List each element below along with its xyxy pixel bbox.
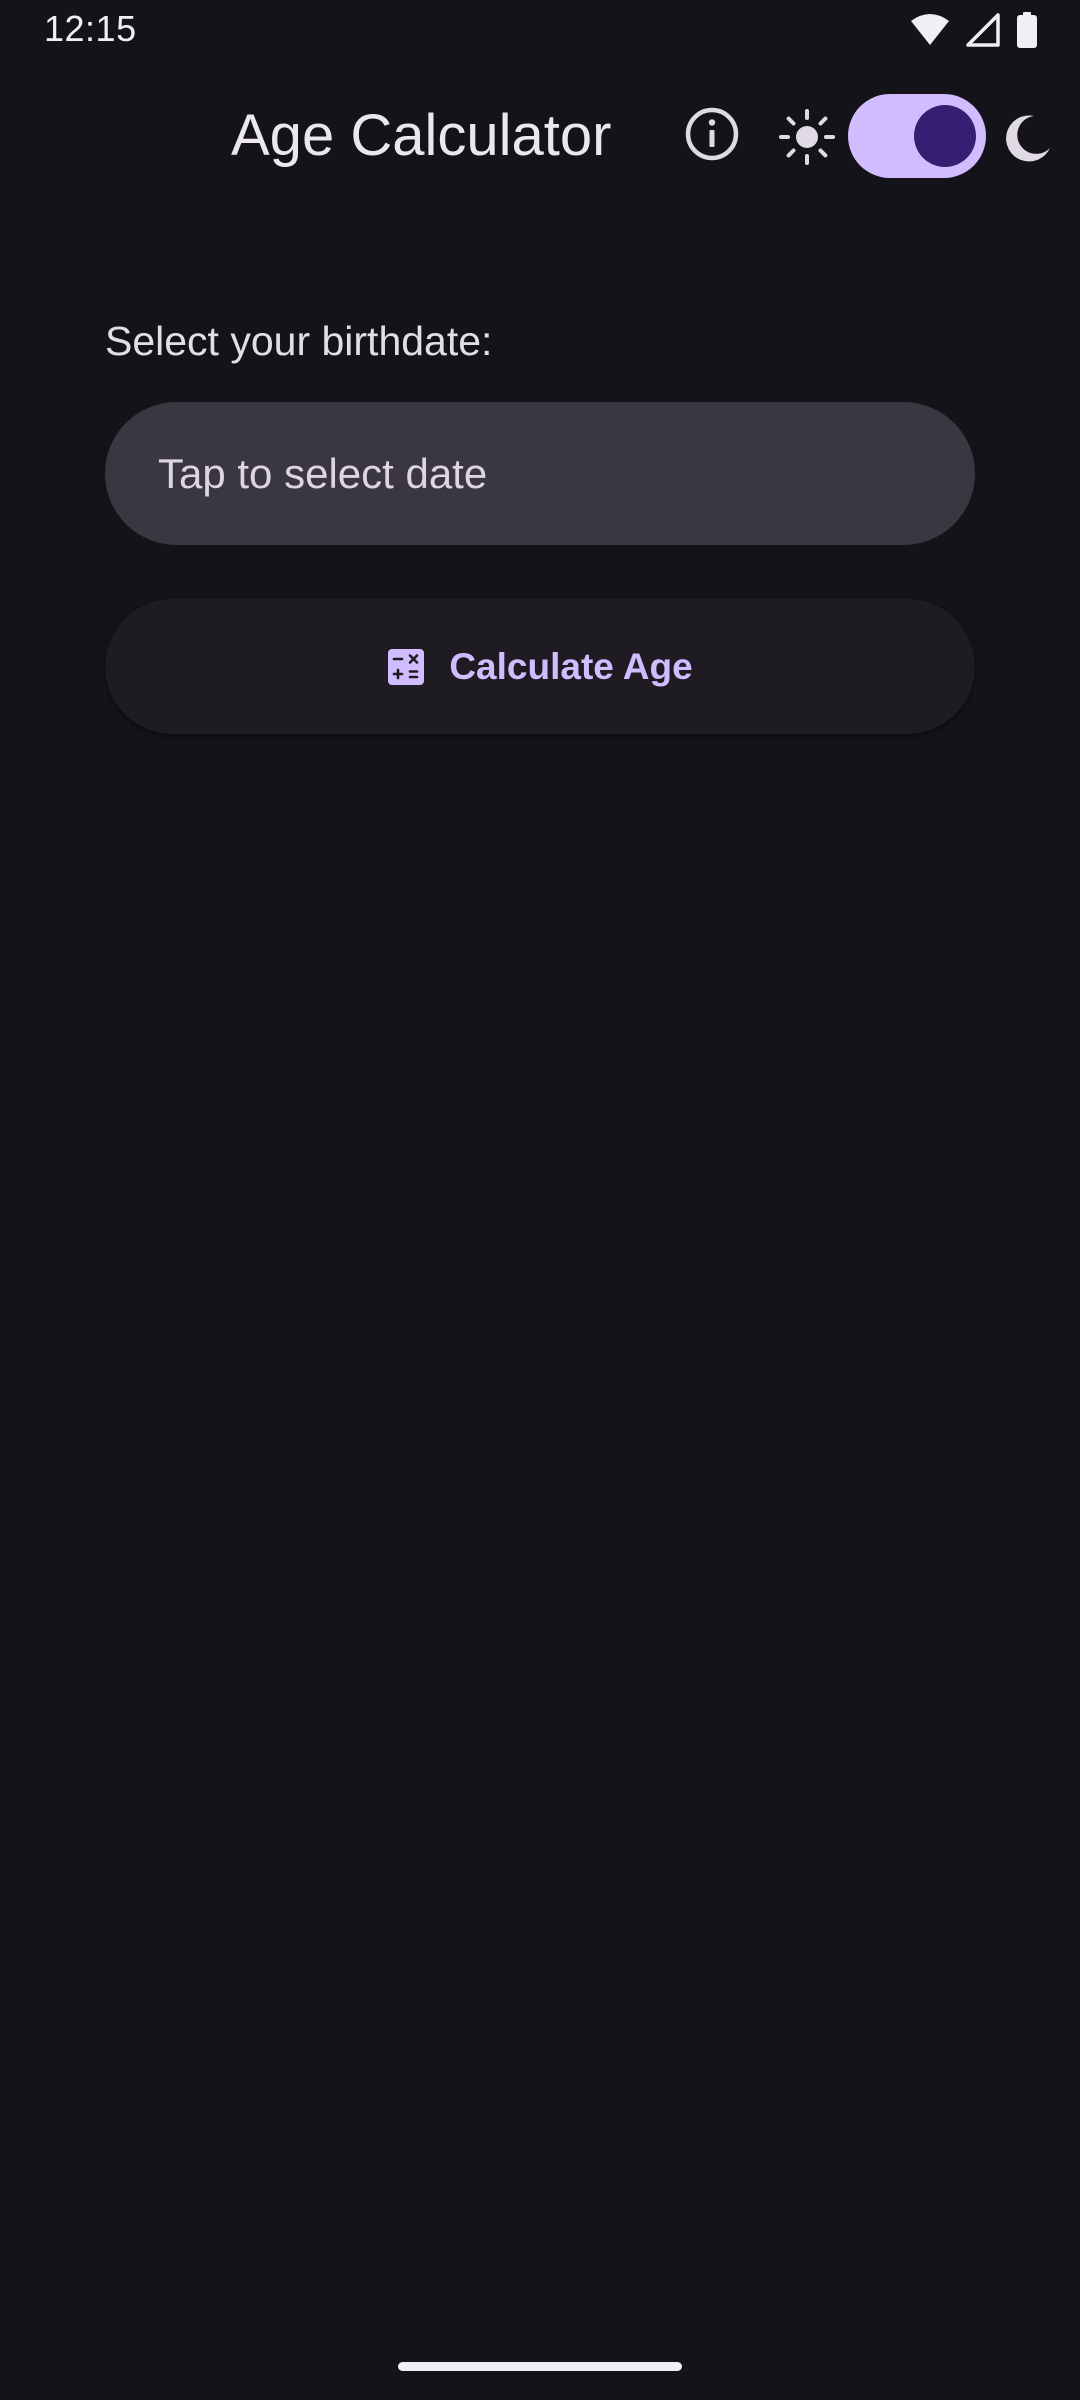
app-screen: 12:15 Age Calculator Select your birthda…	[0, 0, 1080, 2400]
toggle-thumb	[914, 105, 976, 167]
birthdate-field[interactable]: Tap to select date	[105, 402, 975, 545]
app-bar: Age Calculator	[0, 74, 1080, 200]
cellular-signal-icon	[966, 13, 1000, 47]
gesture-nav-handle[interactable]	[398, 2362, 682, 2371]
status-icons	[910, 12, 1038, 48]
birthdate-field-placeholder: Tap to select date	[158, 449, 488, 497]
info-icon	[684, 106, 740, 167]
status-time: 12:15	[44, 8, 137, 49]
sun-icon	[778, 108, 836, 166]
calculator-icon	[387, 648, 425, 686]
birthdate-prompt-label: Select your birthdate:	[105, 318, 493, 364]
dark-mode-toggle[interactable]	[848, 94, 986, 178]
calculate-age-label: Calculate Age	[449, 645, 693, 687]
status-bar: 12:15	[0, 0, 1080, 60]
info-button[interactable]	[680, 104, 744, 168]
moon-icon	[1000, 112, 1054, 166]
page-title: Age Calculator	[231, 103, 612, 168]
wifi-icon	[910, 13, 950, 47]
battery-icon	[1016, 12, 1038, 48]
calculate-age-button[interactable]: Calculate Age	[105, 599, 975, 734]
